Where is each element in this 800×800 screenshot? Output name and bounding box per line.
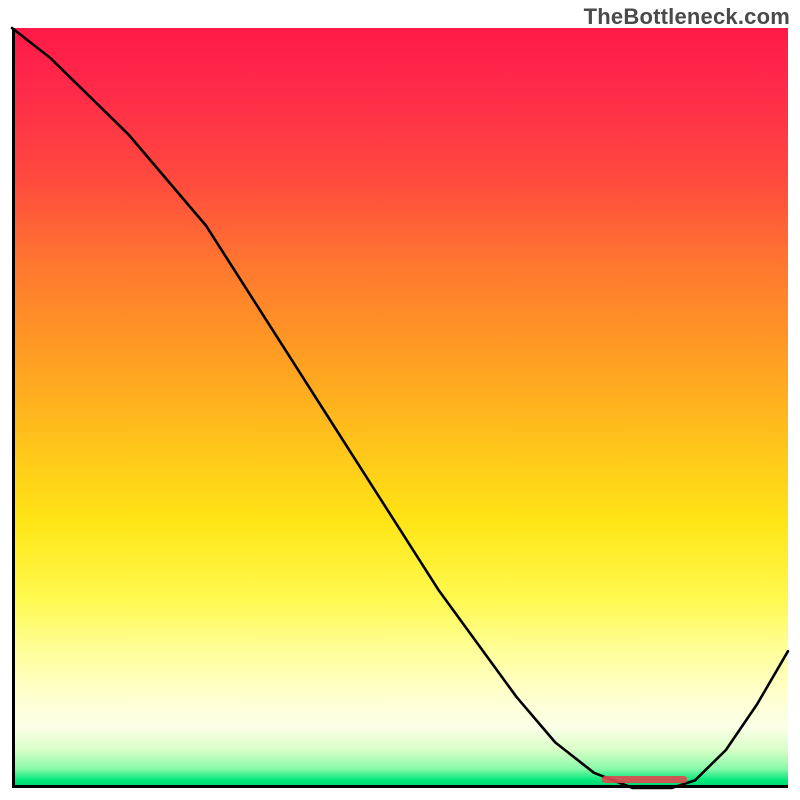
curve-path — [12, 28, 788, 788]
plot-area — [12, 28, 788, 788]
watermark-text: TheBottleneck.com — [584, 4, 790, 30]
chart-container: TheBottleneck.com — [0, 0, 800, 800]
bottleneck-curve — [12, 28, 788, 788]
optimal-range-marker — [602, 776, 687, 783]
